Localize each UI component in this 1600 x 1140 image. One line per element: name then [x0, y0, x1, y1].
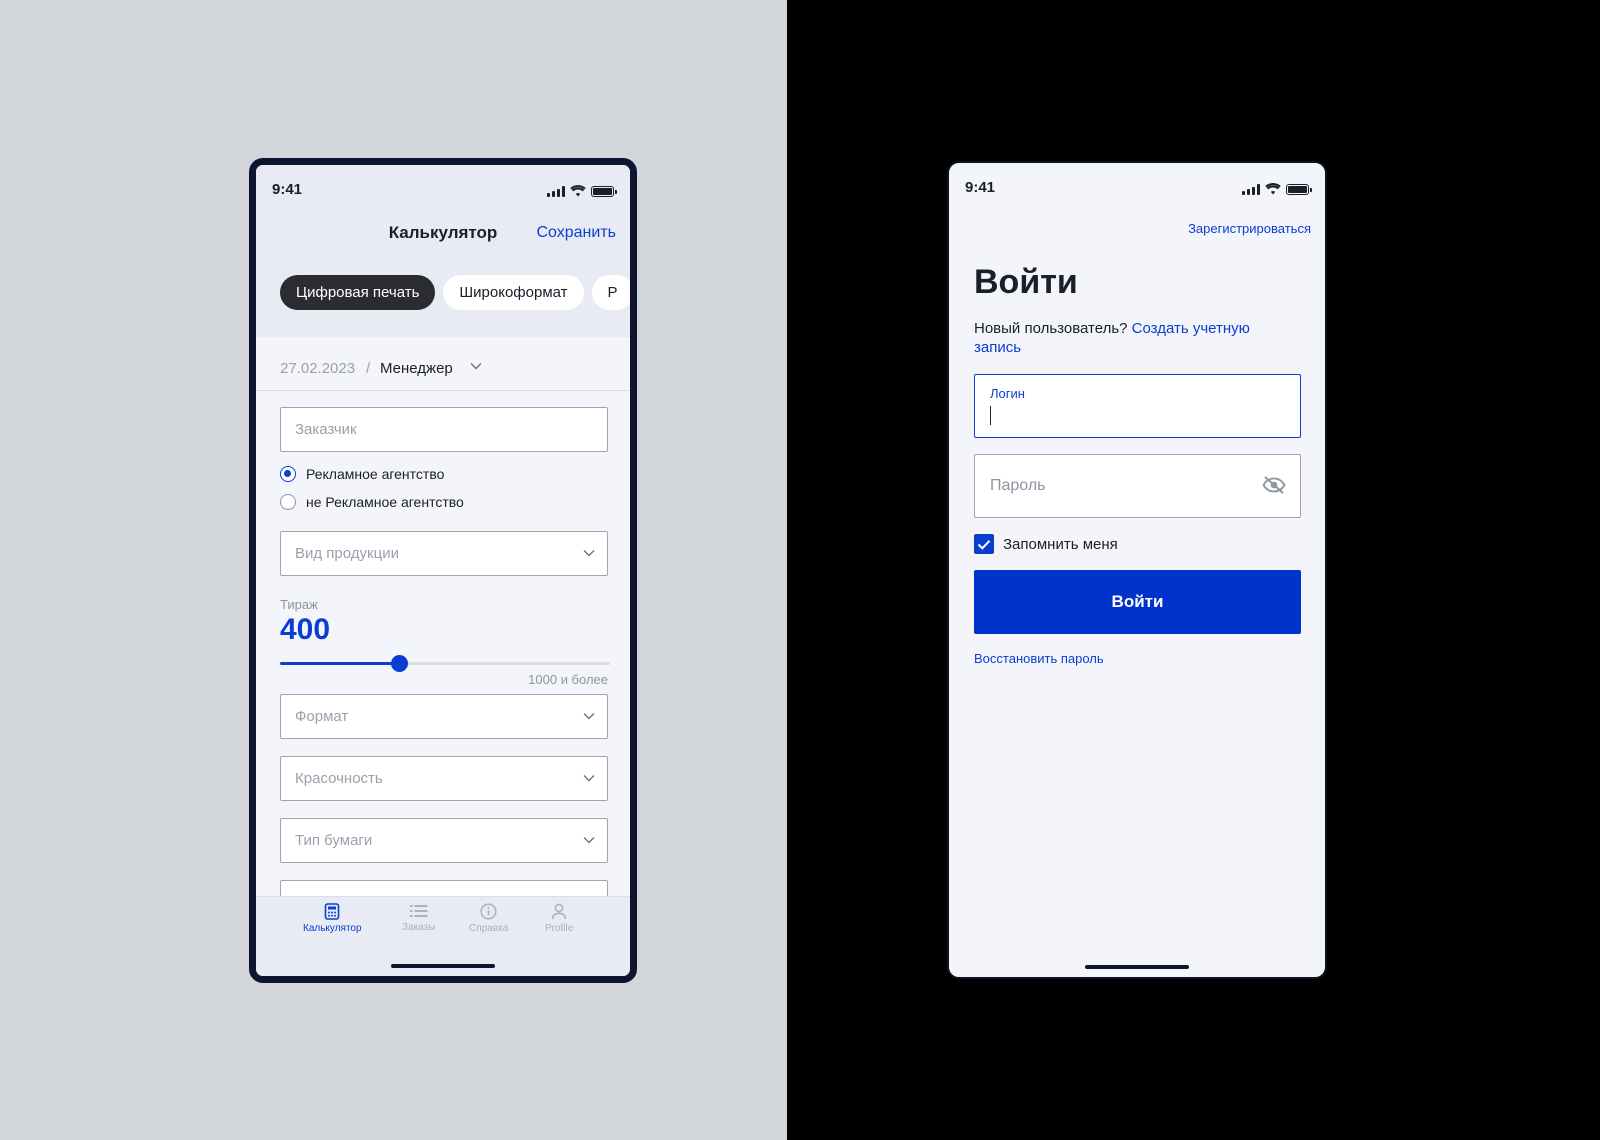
checkbox-checked-icon[interactable] — [974, 534, 994, 554]
circulation-slider[interactable] — [280, 654, 610, 674]
calculator-phone: 9:41 Калькулятор Сохранить Цифровая печа… — [249, 158, 637, 983]
page-title: Войти — [974, 263, 1078, 301]
category-chips: Цифровая печать Широкоформат Р — [256, 271, 630, 337]
meta-row: 27.02.2023 / Менеджер — [256, 331, 630, 391]
meta-separator: / — [366, 360, 371, 377]
format-placeholder: Формат — [295, 708, 349, 725]
cellular-signal-icon — [547, 185, 565, 197]
color-placeholder: Красочность — [295, 770, 383, 787]
status-bar: 9:41 — [256, 165, 630, 211]
product-type-placeholder: Вид продукции — [295, 545, 399, 562]
info-icon — [480, 903, 497, 920]
tab-profile[interactable]: Profile — [545, 903, 573, 934]
manager-selector[interactable]: Менеджер — [380, 360, 453, 377]
paper-placeholder: Тип бумаги — [295, 832, 373, 849]
radio-not-ad-agency[interactable]: не Рекламное агентство — [280, 494, 464, 510]
nav-header: Калькулятор Сохранить — [256, 211, 630, 271]
password-input[interactable]: Пароль — [974, 454, 1301, 518]
radio-unchecked-icon[interactable] — [280, 494, 296, 510]
tab-calculator[interactable]: Калькулятор — [303, 903, 362, 934]
radio-ad-agency[interactable]: Рекламное агентство — [280, 466, 444, 482]
status-icons — [1242, 183, 1312, 195]
wifi-icon — [1265, 183, 1281, 195]
restore-password-link[interactable]: Восстановить пароль — [974, 651, 1104, 666]
chevron-down-icon — [583, 713, 595, 720]
remember-me-label: Запомнить меня — [1003, 535, 1118, 553]
tab-label: Profile — [545, 923, 574, 934]
status-icons — [547, 185, 617, 197]
tab-orders[interactable]: Заказы — [402, 903, 435, 933]
tab-bar: Калькулятор Заказы Справка Profile — [256, 896, 630, 976]
chip-wide-format[interactable]: Широкоформат — [443, 275, 584, 310]
circulation-label: Тираж — [280, 597, 318, 612]
chevron-down-icon — [583, 775, 595, 782]
radio-checked-icon[interactable] — [280, 466, 296, 482]
chevron-down-icon[interactable] — [470, 362, 482, 370]
tab-label: Заказы — [402, 922, 436, 933]
tab-help[interactable]: Справка — [469, 903, 508, 934]
cellular-signal-icon — [1242, 183, 1260, 195]
home-indicator — [391, 964, 495, 968]
user-icon — [551, 903, 567, 920]
circulation-max-label: 1000 и более — [528, 672, 608, 687]
product-type-select[interactable]: Вид продукции — [280, 531, 608, 576]
home-indicator — [1085, 965, 1189, 969]
wifi-icon — [570, 185, 586, 197]
chip-third[interactable]: Р — [591, 275, 630, 310]
calculator-icon — [324, 903, 340, 920]
login-input[interactable]: Логин — [974, 374, 1301, 438]
tab-label: Калькулятор — [303, 923, 362, 934]
order-date: 27.02.2023 — [280, 360, 356, 377]
tab-label: Справка — [469, 923, 509, 934]
register-link[interactable]: Зарегистрироваться — [1188, 221, 1311, 236]
new-user-text: Новый пользователь? — [974, 320, 1128, 337]
new-user-prompt: Новый пользователь? Создать учетную запи… — [974, 319, 1294, 357]
status-time: 9:41 — [965, 179, 996, 196]
status-bar: 9:41 — [949, 163, 1325, 209]
color-select[interactable]: Красочность — [280, 756, 608, 801]
paper-type-select[interactable]: Тип бумаги — [280, 818, 608, 863]
format-select[interactable]: Формат — [280, 694, 608, 739]
slider-thumb[interactable] — [390, 655, 408, 672]
chevron-down-icon — [583, 550, 595, 557]
eye-off-icon[interactable] — [1262, 475, 1286, 495]
save-button[interactable]: Сохранить — [536, 224, 616, 242]
login-button[interactable]: Войти — [974, 570, 1301, 634]
login-phone: 9:41 Зарегистрироваться Войти Новый поль… — [947, 161, 1327, 979]
battery-icon — [1286, 183, 1312, 195]
circulation-value: 400 — [280, 613, 331, 646]
password-placeholder: Пароль — [990, 477, 1046, 494]
list-icon — [409, 905, 428, 917]
radio-label: не Рекламное агентство — [306, 494, 464, 510]
customer-placeholder: Заказчик — [295, 421, 357, 438]
chevron-down-icon — [583, 837, 595, 844]
slider-fill — [280, 662, 399, 665]
login-label: Логин — [990, 386, 1025, 401]
text-caret — [990, 406, 991, 425]
radio-label: Рекламное агентство — [306, 466, 445, 482]
battery-icon — [591, 185, 617, 197]
remember-me-checkbox[interactable]: Запомнить меня — [974, 534, 1118, 554]
chip-digital-print[interactable]: Цифровая печать — [280, 275, 436, 310]
status-time: 9:41 — [272, 181, 303, 198]
customer-input[interactable]: Заказчик — [280, 407, 608, 452]
